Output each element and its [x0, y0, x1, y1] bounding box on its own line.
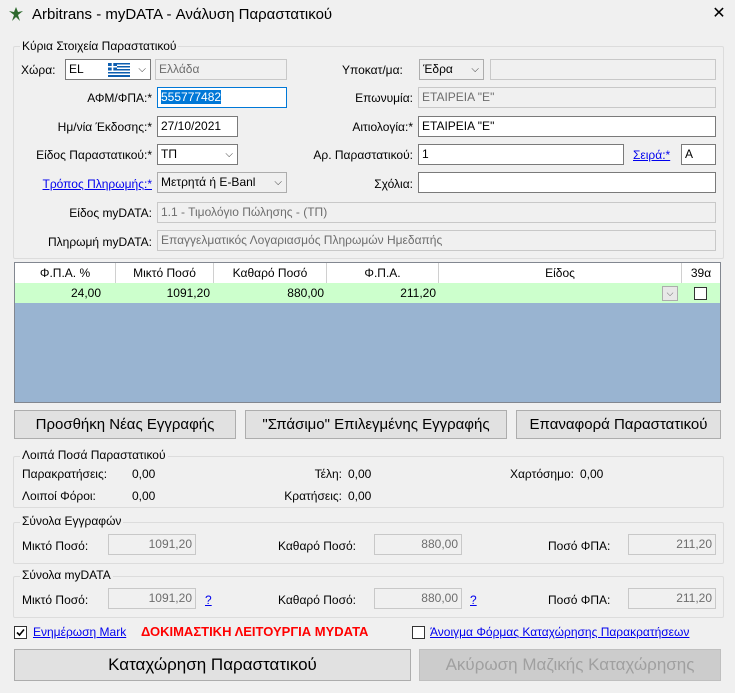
close-icon[interactable]: ✕ [708, 3, 730, 25]
chevron-down-icon: ⌵ [225, 149, 233, 160]
name-label: Επωνυμία: [355, 91, 413, 105]
date-label: Ημ/νία Έκδοσης:* [57, 120, 152, 134]
cell-vat-pct[interactable]: 24,00 [15, 283, 101, 303]
payment-value: Μετρητά ή E-Banl [161, 175, 256, 189]
split-record-button[interactable]: "Σπάσιμο" Επιλεγμένης Εγγραφής [245, 410, 507, 439]
mydata-type-field: 1.1 - Τιμολόγιο Πώλησης - (ΤΠ) [157, 202, 716, 223]
col-39a[interactable]: 39α [682, 263, 720, 283]
docnum-input[interactable]: 1 [418, 144, 624, 165]
col-net[interactable]: Καθαρό Ποσό [214, 263, 327, 283]
restore-document-button[interactable]: Επαναφορά Παραστατικού [516, 410, 721, 439]
grid-header: Φ.Π.Α. % Μικτό Ποσό Καθαρό Ποσό Φ.Π.Α. Ε… [15, 263, 720, 284]
mydata-payment-field: Επαγγελματικός Λογαριασμός Πληρωμών Ημεδ… [157, 230, 716, 251]
totals-net-field: 880,00 [374, 534, 462, 555]
other-taxes-label: Λοιποί Φόροι: [22, 489, 96, 503]
afm-input[interactable]: 555777482 [157, 87, 287, 108]
comments-input[interactable] [418, 172, 716, 193]
checkmark-icon [16, 628, 25, 637]
chevron-down-icon: ⌵ [471, 64, 479, 75]
window-title: Arbitrans - myDATA - Ανάλυση Παραστατικο… [32, 6, 333, 23]
cancel-bulk-button: Ακύρωση Μαζικής Καταχώρησης [419, 649, 721, 681]
vat-lines-grid[interactable]: Φ.Π.Α. % Μικτό Ποσό Καθαρό Ποσό Φ.Π.Α. Ε… [14, 262, 721, 403]
col-vat[interactable]: Φ.Π.Α. [327, 263, 439, 283]
col-vat-pct[interactable]: Φ.Π.Α. % [15, 263, 116, 283]
country-select[interactable]: EL ⌵ [65, 59, 151, 80]
reason-input[interactable]: ΕΤΑΙΡΕΙΑ "Ε" [418, 116, 716, 137]
name-field: ΕΤΑΙΡΕΙΑ "Ε" [418, 87, 716, 108]
cell-39a[interactable] [682, 283, 720, 303]
open-withholding-checkbox[interactable] [412, 626, 425, 639]
reason-label: Αιτιολογία:* [352, 120, 413, 134]
series-link[interactable]: Σειρά:* [633, 148, 670, 162]
greek-flag-icon [108, 63, 130, 77]
record-totals-legend: Σύνολα Εγγραφών [20, 514, 124, 528]
country-code: EL [69, 62, 84, 76]
mydata-gross-label: Μικτό Ποσό: [22, 593, 89, 607]
series-input[interactable]: A [681, 144, 716, 165]
stamp-value: 0,00 [580, 467, 604, 481]
cell-gross[interactable]: 1091,20 [116, 283, 210, 303]
chevron-down-icon: ⌵ [274, 177, 282, 188]
mydata-net-field: 880,00 [374, 588, 462, 609]
add-record-button[interactable]: Προσθήκη Νέας Εγγραφής [14, 410, 236, 439]
country-name-field: Ελλάδα [155, 59, 287, 80]
mydata-vat-field: 211,20 [628, 588, 716, 609]
main-info-legend: Κύρια Στοιχεία Παραστατικού [20, 39, 179, 53]
other-taxes-value: 0,00 [132, 489, 156, 503]
stamp-label: Χαρτόσημο: [509, 467, 574, 481]
checkbox-39a[interactable] [694, 287, 707, 300]
chevron-down-icon[interactable]: ⌵ [662, 286, 678, 301]
comments-label: Σχόλια: [374, 177, 413, 191]
totals-net-label: Καθαρό Ποσό: [278, 539, 356, 553]
totals-gross-field: 1091,20 [108, 534, 196, 555]
doctype-value: ΤΠ [161, 147, 177, 161]
totals-vat-label: Ποσό ΦΠΑ: [548, 539, 611, 553]
cell-vat[interactable]: 211,20 [327, 283, 436, 303]
afm-value: 555777482 [161, 90, 222, 104]
fees-value: 0,00 [348, 467, 372, 481]
docnum-label: Αρ. Παραστατικού: [313, 148, 413, 162]
other-amounts-legend: Λοιπά Ποσά Παραστατικού [20, 448, 168, 462]
sub-label: Υποκατ/μα: [342, 63, 403, 77]
afm-label: ΑΦΜ/ΦΠΑ:* [87, 91, 152, 105]
totals-gross-label: Μικτό Ποσό: [22, 539, 89, 553]
test-mode-warning: ΔΟΚΙΜΑΣΤΙΚΗ ΛΕΙΤΟΥΡΓΙΑ MYDATA [141, 624, 369, 639]
withholding-label: Παρακρατήσεις: [22, 467, 108, 481]
col-gross[interactable]: Μικτό Ποσό [116, 263, 214, 283]
mydata-payment-label: Πληρωμή myDATA: [47, 235, 152, 249]
app-logo-icon [9, 7, 23, 21]
update-mark-link[interactable]: Ενημέρωση Mark [33, 625, 126, 639]
col-kind[interactable]: Είδος [439, 263, 682, 283]
cell-net[interactable]: 880,00 [214, 283, 324, 303]
cell-kind[interactable]: ⌵ [439, 283, 682, 303]
update-mark-checkbox[interactable] [14, 626, 27, 639]
mydata-net-help-link[interactable]: ? [470, 593, 477, 607]
doctype-label: Είδος Παραστατικού:* [36, 148, 152, 162]
withholding-value: 0,00 [132, 467, 156, 481]
chevron-down-icon: ⌵ [138, 64, 146, 75]
doctype-select[interactable]: ΤΠ ⌵ [157, 144, 238, 165]
table-row[interactable]: 24,00 1091,20 880,00 211,20 ⌵ [15, 283, 720, 303]
country-label: Χώρα: [21, 63, 56, 77]
mydata-totals-legend: Σύνολα myDATA [20, 568, 113, 582]
payment-method-link[interactable]: Τρόπος Πληρωμής:* [10, 177, 152, 191]
sub-value: Έδρα [423, 62, 453, 76]
deductions-label: Κρατήσεις: [284, 489, 342, 503]
open-withholding-form-link[interactable]: Άνοιγμα Φόρμας Καταχώρησης Παρακρατήσεων [430, 625, 689, 639]
totals-vat-field: 211,20 [628, 534, 716, 555]
mydata-gross-help-link[interactable]: ? [205, 593, 212, 607]
payment-select[interactable]: Μετρητά ή E-Banl ⌵ [157, 172, 287, 193]
mydata-vat-label: Ποσό ΦΠΑ: [548, 593, 611, 607]
fees-label: Τέλη: [314, 467, 342, 481]
date-input[interactable]: 27/10/2021 [157, 116, 238, 137]
sub-select[interactable]: Έδρα ⌵ [419, 59, 484, 80]
deductions-value: 0,00 [348, 489, 372, 503]
sub-extra-field [490, 59, 716, 80]
mydata-gross-field: 1091,20 [108, 588, 196, 609]
save-document-button[interactable]: Καταχώρηση Παραστατικού [14, 649, 411, 681]
mydata-net-label: Καθαρό Ποσό: [278, 593, 356, 607]
mydata-type-label: Είδος myDATA: [69, 206, 152, 220]
